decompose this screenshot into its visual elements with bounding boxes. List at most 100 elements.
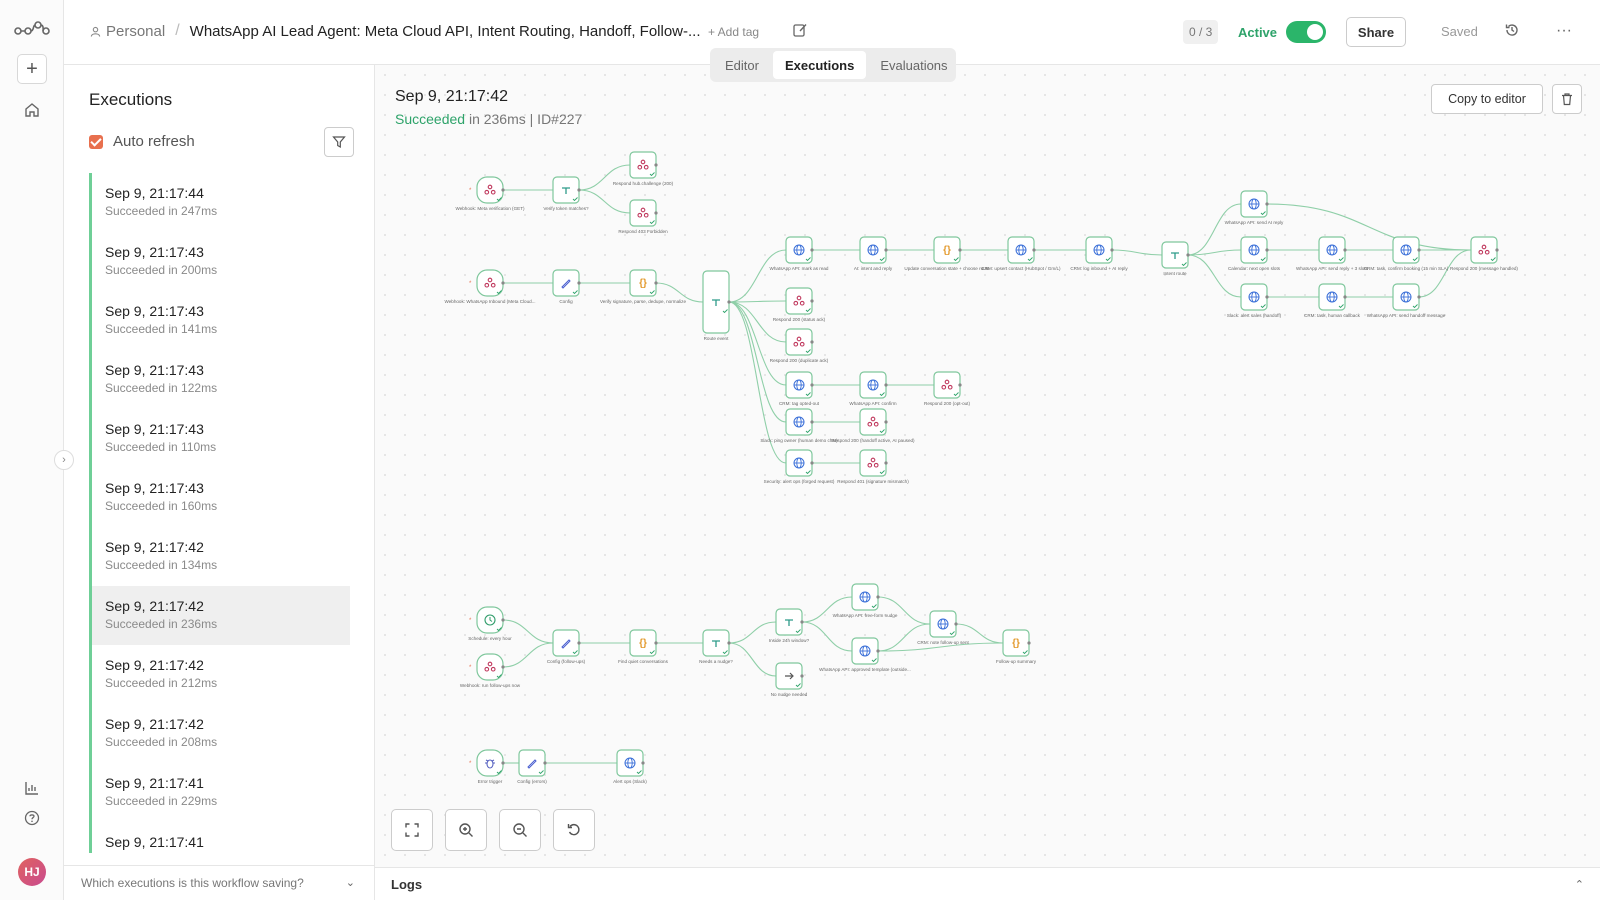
help-icon[interactable] — [20, 806, 44, 830]
reset-zoom-button[interactable] — [553, 809, 595, 851]
node-resp_handled[interactable]: Respond 200 (message handled) — [1450, 236, 1518, 271]
node-cal_slots[interactable]: Calendar: next open slots — [1228, 236, 1281, 271]
logs-panel[interactable]: Logs ⌃ — [375, 867, 1600, 900]
execution-item[interactable]: Sep 9, 21:17:43 Succeeded in 160ms — [89, 468, 350, 527]
node-label: WhatsApp API: mark as read — [770, 266, 829, 271]
node-wa_read[interactable]: WhatsApp API: mark as read — [770, 236, 829, 271]
workflow-canvas[interactable]: * Webhook: Meta verification (GET) Verify … — [375, 65, 1600, 867]
node-crm_upsert[interactable]: CRM: upsert contact (HubSpot / Gm/L) — [981, 236, 1061, 271]
node-config_errors[interactable]: Config (errors) — [517, 749, 547, 784]
node-update_conv[interactable]: {} Update conversation state + choose rou… — [904, 236, 990, 271]
delete-execution-button[interactable] — [1552, 84, 1582, 114]
node-label: No nudge needed — [771, 692, 808, 697]
node-inside_24h[interactable]: Inside 24h window? — [769, 608, 810, 643]
collapse-panel-button[interactable]: › — [54, 450, 74, 470]
copy-to-editor-button[interactable]: Copy to editor — [1431, 84, 1543, 114]
execution-item[interactable]: Sep 9, 21:17:42 Succeeded in 212ms — [89, 645, 350, 704]
node-config_fu[interactable]: Config (follow-ups) — [547, 629, 586, 664]
filter-button[interactable] — [324, 127, 354, 157]
node-find_quiet[interactable]: {} Find quiet conversations — [618, 629, 669, 664]
execution-item[interactable]: Sep 9, 21:17:44 Succeeded in 247ms — [89, 173, 350, 232]
node-sec_alert[interactable]: Security: alert ops (forged request) — [764, 449, 835, 484]
tab-evaluations[interactable]: Evaluations — [868, 51, 959, 79]
node-resp_optout[interactable]: Respond 200 (opt-out) — [924, 371, 970, 406]
node-label: Update conversation state + choose route — [904, 266, 990, 271]
connection-inside_24h-wa_template — [801, 621, 853, 652]
node-slack_alert[interactable]: Slack: alert sales (handoff) — [1227, 283, 1282, 318]
node-crm_task_book[interactable]: CRM: task, confirm booking (15 min SLA) — [1364, 236, 1449, 271]
n8n-logo-icon[interactable] — [14, 18, 50, 42]
node-resp_status[interactable]: Respond 200 (status ack) — [773, 287, 826, 322]
node-label: Security: alert ops (forged request) — [764, 479, 835, 484]
node-verify_sig[interactable]: {} Verify signature, parse, dedupe, norma… — [600, 269, 686, 304]
node-wa_confirm[interactable]: WhatsApp API: confirm — [849, 371, 897, 406]
zoom-out-button[interactable] — [499, 809, 541, 851]
svg-text:*: * — [469, 761, 472, 767]
project-link[interactable]: Personal — [90, 23, 165, 40]
node-wa_handoff[interactable]: WhatsApp API: send handoff message — [1367, 283, 1446, 318]
node-label: Follow-up summary — [996, 659, 1037, 664]
node-wh_meta[interactable]: * Webhook: Meta verification (GET) — [455, 176, 525, 211]
node-needs_nudge[interactable]: Needs a nudge? — [699, 629, 733, 664]
execution-item[interactable]: Sep 9, 21:17:42 Succeeded in 134ms — [89, 527, 350, 586]
node-crm_note_fu[interactable]: CRM: note follow-up sent — [917, 610, 970, 645]
insights-icon[interactable] — [20, 776, 44, 800]
node-wa_slots[interactable]: WhatsApp API: send reply + 3 slots — [1296, 236, 1369, 271]
user-avatar[interactable]: HJ — [18, 858, 46, 886]
node-no_nudge[interactable]: No nudge needed — [771, 662, 808, 697]
auto-refresh-control[interactable]: Auto refresh — [89, 133, 195, 150]
fit-view-button[interactable] — [391, 809, 433, 851]
node-wh_followups[interactable]: * Webhook: run follow-ups now — [460, 653, 521, 688]
home-icon[interactable] — [20, 98, 44, 122]
node-error_trigger[interactable]: * Error trigger — [469, 749, 505, 784]
node-alert_ops[interactable]: Alert ops (Slack) — [613, 749, 647, 784]
node-resp_401[interactable]: Respond 401 (signature mismatch) — [837, 449, 909, 484]
node-label: Webhook: Meta verification (GET) — [455, 206, 525, 211]
more-options-icon[interactable]: ··· — [1554, 22, 1574, 42]
node-wh_inbound[interactable]: * Webhook: WhatsApp Inbound (Meta Cloud..… — [444, 269, 536, 304]
workflow-title[interactable]: WhatsApp AI Lead Agent: Meta Cloud API, … — [190, 23, 701, 40]
edit-description-icon[interactable] — [792, 22, 812, 42]
node-resp_hub[interactable]: Respond hub.challenge (200) — [613, 151, 674, 186]
node-route_event[interactable]: Route event — [702, 270, 731, 341]
execution-item[interactable]: Sep 9, 21:17:43 Succeeded in 141ms — [89, 291, 350, 350]
execution-item[interactable]: Sep 9, 21:17:41 Succeeded in 229ms — [89, 763, 350, 822]
execution-item[interactable]: Sep 9, 21:17:42 Succeeded in 208ms — [89, 704, 350, 763]
workflow-graph[interactable]: * Webhook: Meta verification (GET) Verify … — [375, 65, 1600, 867]
logs-label: Logs — [391, 876, 423, 892]
executions-saving-question[interactable]: Which executions is this workflow saving… — [64, 865, 375, 900]
zoom-in-button[interactable] — [445, 809, 487, 851]
add-tag-button[interactable]: + Add tag — [708, 25, 759, 39]
node-intent_route[interactable]: Intent route — [1161, 241, 1190, 276]
execution-item[interactable]: Sep 9, 21:17:43 Succeeded in 200ms — [89, 232, 350, 291]
node-verify_tok[interactable]: Verify token matches? — [543, 176, 589, 211]
execution-time: Sep 9, 21:17:42 — [105, 716, 204, 732]
node-label: Inside 24h window? — [769, 638, 810, 643]
history-icon[interactable] — [1504, 22, 1524, 42]
node-fu_summary[interactable]: {} Follow-up summary — [996, 629, 1037, 664]
execution-duration: in 236ms — [465, 111, 526, 127]
execution-item[interactable]: Sep 9, 21:17:43 Succeeded in 110ms — [89, 409, 350, 468]
create-button[interactable]: + — [17, 54, 47, 84]
node-wa_send_ai[interactable]: WhatsApp API: send AI reply — [1225, 190, 1284, 225]
node-wa_freeform[interactable]: WhatsApp API: free-form nudge — [833, 583, 898, 618]
execution-date: Sep 9, 21:17:42 — [395, 88, 508, 105]
node-schedule[interactable]: * Schedule: every hour — [468, 606, 512, 641]
node-resp_paused[interactable]: Respond 200 (handoff active, AI paused) — [831, 408, 915, 443]
node-resp_dup[interactable]: Respond 200 (duplicate ack) — [770, 328, 829, 363]
node-crm_log_in[interactable]: CRM: log inbound + AI reply — [1070, 236, 1128, 271]
execution-item[interactable]: Sep 9, 21:17:41 — [89, 822, 350, 853]
node-crm_callback[interactable]: CRM: task, human callback — [1304, 283, 1361, 318]
share-button[interactable]: Share — [1346, 17, 1406, 47]
node-ai_intent[interactable]: AI: intent and reply — [854, 236, 893, 271]
node-crm_optout[interactable]: CRM: tag opted-out — [779, 371, 820, 406]
execution-item[interactable]: Sep 9, 21:17:42 Succeeded in 236ms — [89, 586, 350, 645]
auto-refresh-checkbox[interactable] — [89, 134, 103, 149]
active-toggle[interactable] — [1286, 21, 1326, 43]
node-config[interactable]: Config — [552, 269, 581, 304]
tab-editor[interactable]: Editor — [713, 51, 771, 79]
tab-executions[interactable]: Executions — [772, 51, 867, 79]
execution-item[interactable]: Sep 9, 21:17:43 Succeeded in 122ms — [89, 350, 350, 409]
node-slack_owner[interactable]: Slack: ping owner (human demo chat) — [760, 408, 838, 443]
node-resp_403[interactable]: Respond 403 Forbidden — [618, 199, 668, 234]
